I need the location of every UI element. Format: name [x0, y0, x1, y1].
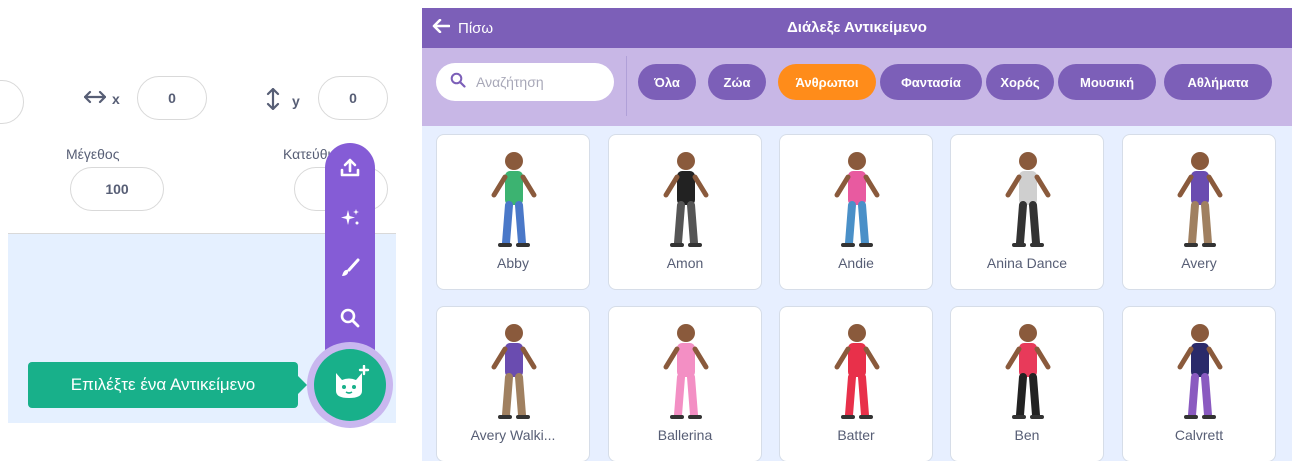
category-tag[interactable]: Ζώα	[708, 64, 766, 100]
y-input[interactable]: 0	[318, 76, 388, 120]
category-tag[interactable]: Χορός	[986, 64, 1054, 100]
category-tag[interactable]: Μουσική	[1058, 64, 1156, 100]
sprite-card[interactable]: Ballerina	[608, 306, 762, 461]
library-header: Πίσω Διάλεξε Αντικείμενο	[422, 8, 1292, 48]
sprite-card[interactable]: Abby	[436, 134, 590, 290]
category-tag[interactable]: Άνθρωποι	[778, 64, 876, 100]
library-search[interactable]	[436, 63, 614, 101]
filter-bar: Όλα Ζώα ΆνθρωποιΦαντασίαΧορόςΜουσικήΑθλήμα…	[422, 48, 1292, 126]
sprite-library: Πίσω Διάλεξε Αντικείμενο Όλα Ζώα ΆνθρωποιΦ…	[422, 8, 1292, 461]
paint-button[interactable]	[331, 251, 369, 289]
sprite-card[interactable]: Andie	[779, 134, 933, 290]
add-sprite-menu	[325, 143, 375, 369]
y-label: y	[266, 87, 300, 113]
size-input[interactable]: 100	[70, 167, 164, 211]
search-input[interactable]	[476, 74, 596, 90]
y-label-text: y	[292, 92, 300, 109]
library-title: Διάλεξε Αντικείμενο	[787, 19, 927, 36]
surprise-button[interactable]	[331, 201, 369, 239]
sprite-name: Avery Walki...	[470, 427, 556, 443]
screen: x 0 y 0 Μέγεθος 100 Κατεύθυνση Επιλέξτε …	[0, 0, 1298, 461]
sprite-card[interactable]: Ben	[950, 306, 1104, 461]
surprise-sparkle-icon	[339, 207, 361, 234]
sprite-card[interactable]: Calvrett	[1122, 306, 1276, 461]
sprite-name-field[interactable]	[0, 80, 24, 124]
sprite-name: Batter	[837, 427, 875, 443]
search-icon	[339, 307, 361, 334]
paint-brush-icon	[339, 257, 361, 284]
upload-sprite-button[interactable]	[331, 151, 369, 189]
sprite-name: Abby	[497, 255, 529, 271]
size-label: Μέγεθος	[66, 146, 120, 162]
cat-plus-icon	[330, 364, 370, 406]
search-icon	[450, 72, 466, 93]
sprite-name: Ben	[1014, 427, 1040, 443]
sprite-name: Anina Dance	[986, 255, 1068, 271]
sprite-name: Ballerina	[657, 427, 713, 443]
choose-sprite-button[interactable]	[314, 349, 386, 421]
sprite-card[interactable]: Avery Walki...	[436, 306, 590, 461]
sprite-name: Avery	[1181, 255, 1217, 271]
category-tag[interactable]: Όλα	[638, 64, 696, 100]
vertical-arrows-icon	[266, 87, 280, 113]
category-tag[interactable]: Φαντασία	[880, 64, 982, 100]
x-label-text: x	[112, 90, 120, 107]
sprite-card[interactable]: Anina Dance	[950, 134, 1104, 290]
upload-icon	[339, 157, 361, 184]
sprite-card[interactable]: Amon	[608, 134, 762, 290]
x-input[interactable]: 0	[137, 76, 207, 120]
horizontal-arrows-icon	[83, 90, 107, 107]
sprite-card[interactable]: Batter	[779, 306, 933, 461]
sprite-card[interactable]: Avery	[1122, 134, 1276, 290]
search-sprite-button[interactable]	[331, 301, 369, 339]
filter-divider	[626, 56, 627, 116]
category-tag[interactable]: Αθλήματα	[1164, 64, 1272, 100]
sprite-name: Calvrett	[1174, 427, 1224, 443]
sprite-name: Andie	[838, 255, 874, 271]
choose-sprite-tooltip: Επιλέξτε ένα Αντικείμενο	[28, 362, 307, 408]
sprite-name: Amon	[666, 255, 704, 271]
x-label: x	[83, 90, 120, 107]
sprite-info-panel: x 0 y 0 Μέγεθος 100 Κατεύθυνση Επιλέξτε …	[0, 0, 400, 461]
